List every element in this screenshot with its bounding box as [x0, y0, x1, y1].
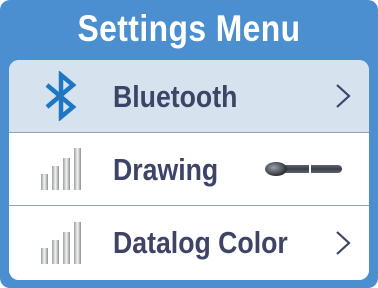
- drawing-toggle[interactable]: [264, 161, 344, 177]
- settings-window: Settings Menu Bluetooth Drawing Datalog …: [0, 0, 378, 288]
- menu-item-label: Datalog Color: [113, 225, 288, 260]
- chevron-right-icon[interactable]: [333, 228, 353, 258]
- menu-item-label: Bluetooth: [113, 79, 238, 114]
- menu-item-bluetooth[interactable]: Bluetooth: [9, 60, 369, 133]
- bars-icon: [41, 148, 81, 190]
- bluetooth-icon: [45, 71, 77, 121]
- menu-item-datalog-color[interactable]: Datalog Color: [9, 206, 369, 280]
- settings-list: Bluetooth Drawing Datalog Color: [9, 60, 369, 280]
- bars-icon: [41, 222, 81, 264]
- page-title: Settings Menu: [77, 8, 301, 49]
- chevron-right-icon[interactable]: [333, 81, 353, 111]
- menu-item-drawing[interactable]: Drawing: [9, 133, 369, 206]
- menu-item-label: Drawing: [113, 152, 219, 187]
